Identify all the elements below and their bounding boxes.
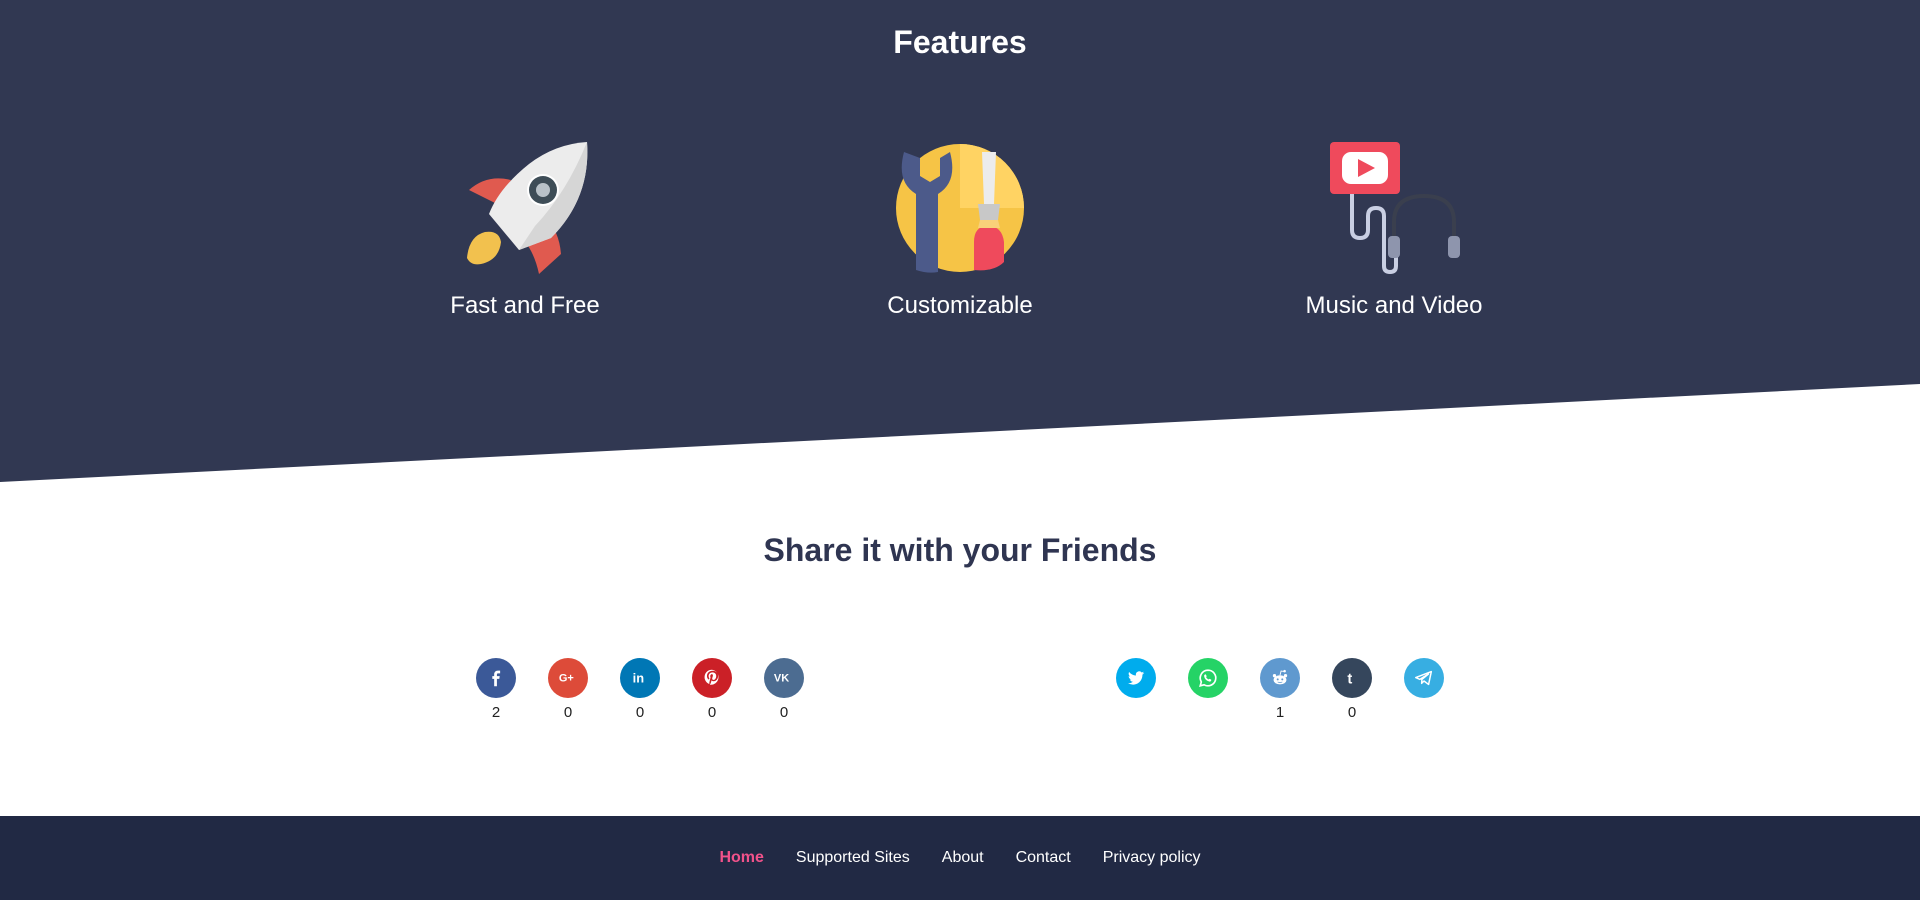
footer-link-privacy-policy[interactable]: Privacy policy — [1103, 849, 1201, 867]
share-count: 0 — [635, 704, 645, 721]
pinterest-share-button[interactable]: 0 — [692, 658, 732, 722]
twitter-share-button[interactable] — [1116, 658, 1156, 722]
tools-icon — [896, 144, 1024, 273]
whatsapp-icon — [1188, 658, 1228, 698]
google-plus-icon: G+ — [548, 658, 588, 698]
svg-text:G+: G+ — [559, 673, 574, 685]
svg-text:t: t — [1347, 672, 1352, 688]
footer-link-about[interactable]: About — [942, 849, 984, 867]
footer-link-contact[interactable]: Contact — [1016, 849, 1071, 867]
telegram-icon — [1404, 658, 1444, 698]
vk-share-button[interactable]: VK 0 — [764, 658, 804, 722]
media-headphones-icon — [1330, 142, 1460, 274]
reddit-share-button[interactable]: 1 — [1260, 658, 1300, 722]
svg-text:VK: VK — [774, 673, 789, 685]
linkedin-share-button[interactable]: in 0 — [620, 658, 660, 722]
share-count: 1 — [1275, 704, 1285, 721]
footer-link-home[interactable]: Home — [719, 849, 763, 867]
share-count: 0 — [707, 704, 717, 721]
linkedin-icon: in — [620, 658, 660, 698]
feature-customizable: Customizable — [810, 142, 1110, 320]
share-count: 2 — [491, 704, 501, 721]
svg-text:in: in — [633, 671, 645, 686]
google-plus-share-button[interactable]: G+ 0 — [548, 658, 588, 722]
share-title: Share it with your Friends — [763, 532, 1157, 568]
share-count: 0 — [563, 704, 573, 721]
feature-label: Music and Video — [1305, 292, 1483, 319]
footer: Home Supported Sites About Contact Priva… — [0, 816, 1920, 900]
reddit-icon — [1260, 658, 1300, 698]
share-count — [1404, 704, 1444, 722]
twitter-icon — [1116, 658, 1156, 698]
telegram-share-button[interactable] — [1404, 658, 1444, 722]
feature-fast-and-free: Fast and Free — [375, 142, 675, 320]
tumblr-icon: t — [1332, 658, 1372, 698]
whatsapp-share-button[interactable] — [1188, 658, 1228, 722]
share-count: 0 — [779, 704, 789, 721]
rocket-icon — [467, 142, 588, 274]
share-count — [1116, 704, 1156, 722]
feature-label: Customizable — [887, 292, 1033, 319]
vk-icon: VK — [764, 658, 804, 698]
features-title: Features — [893, 24, 1027, 60]
feature-label: Fast and Free — [450, 292, 600, 319]
facebook-share-button[interactable]: 2 — [476, 658, 516, 722]
share-count: 0 — [1347, 704, 1357, 721]
footer-nav: Home Supported Sites About Contact Priva… — [0, 849, 1920, 867]
footer-link-supported-sites[interactable]: Supported Sites — [796, 849, 910, 867]
pinterest-icon — [692, 658, 732, 698]
facebook-icon — [476, 658, 516, 698]
page: Features Fast and Free Customizable Musi… — [0, 0, 1920, 900]
feature-music-and-video: Music and Video — [1244, 142, 1544, 320]
tumblr-share-button[interactable]: t 0 — [1332, 658, 1372, 722]
share-count — [1188, 704, 1228, 722]
